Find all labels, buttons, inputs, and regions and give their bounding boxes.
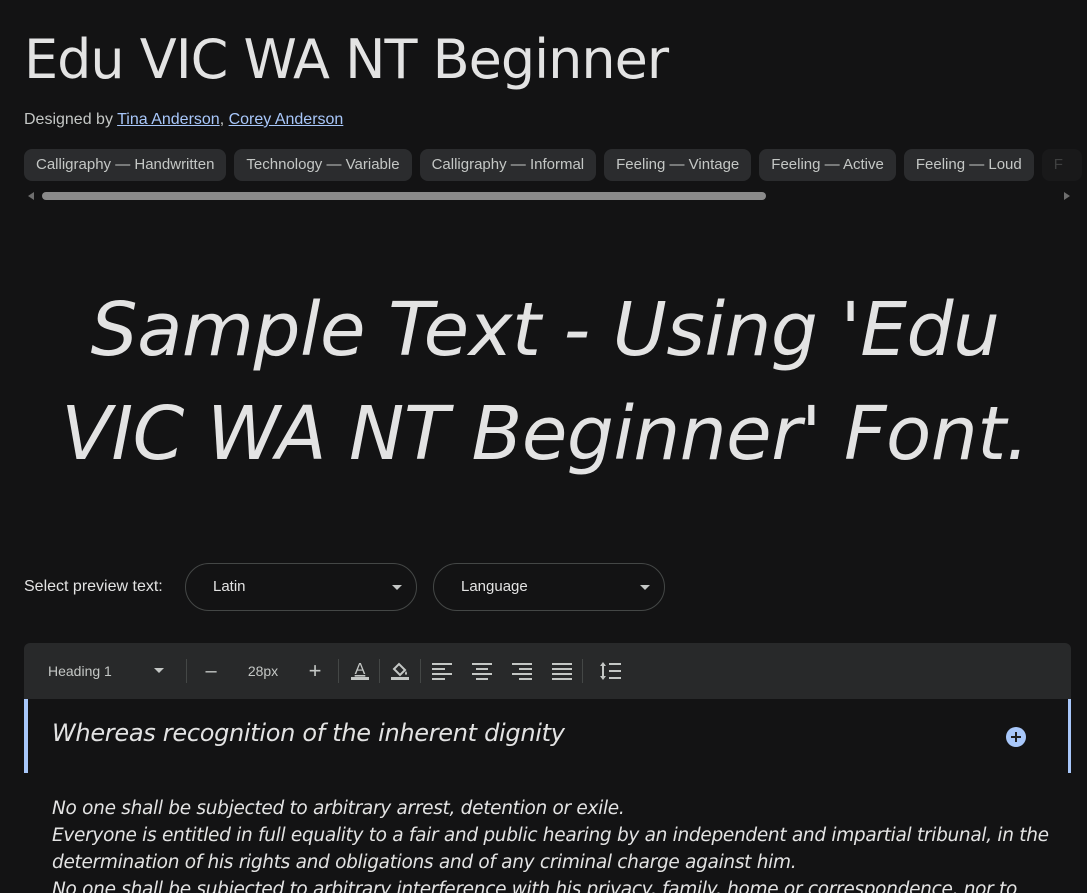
- toolbar-divider: [186, 659, 187, 683]
- text-color-icon[interactable]: A: [344, 655, 376, 687]
- font-title: Edu VIC WA NT Beginner: [24, 28, 669, 91]
- align-center-icon[interactable]: [466, 655, 498, 687]
- font-page: Edu VIC WA NT Beginner Designed by Tina …: [0, 0, 1087, 893]
- scroll-thumb[interactable]: [42, 192, 766, 200]
- toolbar-divider: [420, 659, 421, 683]
- tag-chip[interactable]: Feeling — Vintage: [604, 149, 752, 181]
- designed-by-label: Designed by: [24, 111, 118, 128]
- scroll-right-icon[interactable]: [1064, 192, 1070, 200]
- fill-color-icon[interactable]: [384, 655, 416, 687]
- chevron-down-icon: [640, 585, 650, 590]
- scroll-left-icon[interactable]: [28, 192, 34, 200]
- toolbar-divider: [379, 659, 380, 683]
- language-select[interactable]: Language: [433, 563, 665, 611]
- line-spacing-icon[interactable]: [594, 655, 626, 687]
- tag-chip-partial[interactable]: F: [1041, 149, 1082, 181]
- designer-link-corey[interactable]: Corey Anderson: [229, 111, 344, 128]
- chevron-down-icon: [392, 585, 402, 590]
- tag-chip[interactable]: Calligraphy — Informal: [419, 149, 597, 181]
- script-select-value: Latin: [213, 578, 246, 595]
- script-select[interactable]: Latin: [185, 563, 417, 611]
- add-block-icon[interactable]: [1006, 727, 1026, 747]
- align-justify-icon[interactable]: [546, 655, 578, 687]
- editor-heading[interactable]: Whereas recognition of the inherent dign…: [52, 719, 565, 747]
- designers-line: Designed by Tina Anderson, Corey Anderso…: [24, 111, 343, 129]
- editor-paragraph[interactable]: No one shall be subjected to arbitrary i…: [52, 876, 1052, 893]
- toolbar-divider: [338, 659, 339, 683]
- tag-chip[interactable]: Feeling — Active: [759, 149, 896, 181]
- text-style-select[interactable]: Heading 1: [48, 643, 168, 699]
- designer-separator: ,: [219, 111, 229, 128]
- tag-list: Calligraphy — Handwritten Technology — V…: [24, 149, 1087, 182]
- editor-body[interactable]: No one shall be subjected to arbitrary a…: [52, 795, 1052, 893]
- align-left-icon[interactable]: [426, 655, 458, 687]
- designer-link-tina[interactable]: Tina Anderson: [117, 111, 220, 128]
- align-right-icon[interactable]: [506, 655, 538, 687]
- decrease-size-button[interactable]: –: [195, 655, 227, 687]
- editor-paragraph[interactable]: No one shall be subjected to arbitrary a…: [52, 795, 1052, 822]
- sample-text: Sample Text - Using 'Edu VIC WA NT Begin…: [61, 287, 1029, 477]
- editor-heading-block[interactable]: Whereas recognition of the inherent dign…: [24, 699, 1071, 773]
- increase-size-button[interactable]: +: [299, 655, 331, 687]
- chevron-down-icon: [154, 668, 164, 673]
- tag-chip[interactable]: Feeling — Loud: [903, 149, 1034, 181]
- language-select-value: Language: [461, 578, 528, 595]
- editor-paragraph[interactable]: Everyone is entitled in full equality to…: [52, 822, 1052, 876]
- tags-scrollbar[interactable]: [24, 190, 1076, 202]
- tag-chip[interactable]: Technology — Variable: [234, 149, 412, 181]
- editor-toolbar: Heading 1 – 28px + A: [24, 643, 1071, 699]
- svg-text:A: A: [355, 661, 366, 678]
- font-size-value[interactable]: 28px: [238, 643, 288, 699]
- toolbar-divider: [582, 659, 583, 683]
- tag-chip[interactable]: Calligraphy — Handwritten: [24, 149, 227, 181]
- preview-text-label: Select preview text:: [24, 578, 163, 595]
- text-style-value: Heading 1: [48, 663, 112, 679]
